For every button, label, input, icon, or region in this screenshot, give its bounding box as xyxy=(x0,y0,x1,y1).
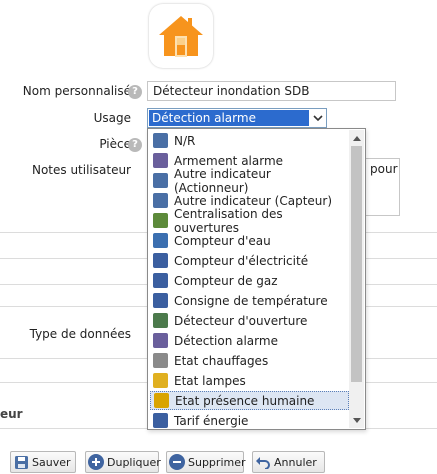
cancel-button[interactable]: Annuler xyxy=(252,451,325,473)
electricity-meter-icon xyxy=(153,253,168,268)
gas-meter-icon xyxy=(153,273,168,288)
usage-dropdown-list[interactable]: N/R Armement alarme Autre indicateur (Acti… xyxy=(147,128,366,430)
door-sensor-icon xyxy=(153,313,168,328)
dropdown-option-label: Consigne de température xyxy=(174,293,328,308)
chevron-down-icon[interactable] xyxy=(310,109,326,127)
usage-select[interactable]: Détection alarme xyxy=(147,108,327,128)
dropdown-option[interactable]: Etat chauffages xyxy=(150,351,349,370)
cancel-button-label: Annuler xyxy=(274,455,317,469)
scroll-up-arrow-icon[interactable] xyxy=(349,131,364,145)
dropdown-option[interactable]: Consigne de température xyxy=(150,291,349,310)
custom-name-label: Nom personnalisé xyxy=(22,84,131,98)
home-app-icon xyxy=(149,4,213,68)
usage-label: Usage xyxy=(93,111,131,125)
alarm-arm-icon xyxy=(153,153,168,168)
dropdown-scrollbar[interactable] xyxy=(349,130,364,428)
dropdown-option[interactable]: Détecteur d'ouverture xyxy=(150,311,349,330)
dropdown-option[interactable]: Autre indicateur (Actionneur) xyxy=(150,167,349,195)
dropdown-option-label: Armement alarme xyxy=(174,153,284,168)
save-button-label: Sauver xyxy=(32,455,71,469)
actuator-icon xyxy=(153,173,168,188)
dropdown-option-label: Compteur d'eau xyxy=(174,233,271,248)
duplicate-button[interactable]: Dupliquer xyxy=(85,451,161,473)
thermostat-icon xyxy=(153,293,168,308)
dropdown-option-label: Compteur d'électricité xyxy=(174,253,309,268)
room-label: Pièce xyxy=(99,137,131,151)
dropdown-option[interactable]: Compteur d'eau xyxy=(150,231,349,250)
custom-name-field[interactable] xyxy=(147,81,396,101)
help-icon[interactable]: ? xyxy=(128,138,142,152)
heater-icon xyxy=(153,353,168,368)
dropdown-option-label: Etat lampes xyxy=(174,373,246,388)
dropdown-option[interactable]: Tarif énergie xyxy=(150,411,349,429)
dropdown-option[interactable]: Etat lampes xyxy=(150,371,349,390)
minus-icon xyxy=(169,454,185,470)
dropdown-option[interactable]: Compteur de gaz xyxy=(150,271,349,290)
dropdown-option[interactable]: Détection alarme xyxy=(150,331,349,350)
presence-icon xyxy=(154,393,169,408)
plus-icon xyxy=(88,454,104,470)
energy-tariff-icon xyxy=(153,413,168,428)
home-icon xyxy=(159,16,203,57)
scroll-down-arrow-icon[interactable] xyxy=(349,413,364,427)
delete-button[interactable]: Supprimer xyxy=(166,451,246,473)
delete-button-label: Supprimer xyxy=(188,455,246,469)
undo-icon xyxy=(255,454,271,470)
dropdown-option[interactable]: Etat présence humaine xyxy=(150,391,349,410)
data-type-label: Type de données xyxy=(29,327,131,341)
user-notes-value: pour xyxy=(370,162,398,176)
floppy-disk-icon xyxy=(13,454,29,470)
sensor-icon xyxy=(153,193,168,208)
help-icon[interactable]: ? xyxy=(128,85,142,99)
dropdown-option[interactable]: Centralisation des ouvertures xyxy=(150,207,349,235)
dropdown-option[interactable]: N/R xyxy=(150,131,349,150)
dropdown-option-label: Autre indicateur (Capteur) xyxy=(174,193,333,208)
generic-device-icon xyxy=(153,133,168,148)
section-label-partial: eur xyxy=(0,407,23,421)
dropdown-option[interactable]: Compteur d'électricité xyxy=(150,251,349,270)
dropdown-option-label: Compteur de gaz xyxy=(174,273,278,288)
save-button[interactable]: Sauver xyxy=(10,451,76,473)
dropdown-option-label: Détecteur d'ouverture xyxy=(174,313,308,328)
dropdown-option-label: Etat chauffages xyxy=(174,353,269,368)
usage-select-value: Détection alarme xyxy=(149,110,309,126)
scrollbar-thumb[interactable] xyxy=(351,146,362,382)
dropdown-option-label: Tarif énergie xyxy=(174,413,249,428)
alarm-detection-icon xyxy=(153,333,168,348)
dropdown-option-label: Détection alarme xyxy=(174,333,278,348)
duplicate-button-label: Dupliquer xyxy=(107,455,161,469)
dropdown-option-label: Etat présence humaine xyxy=(175,393,315,408)
user-notes-label: Notes utilisateur xyxy=(31,163,131,177)
dropdown-option-label: N/R xyxy=(174,133,196,148)
openings-icon xyxy=(153,213,168,228)
water-meter-icon xyxy=(153,233,168,248)
lamp-icon xyxy=(153,373,168,388)
